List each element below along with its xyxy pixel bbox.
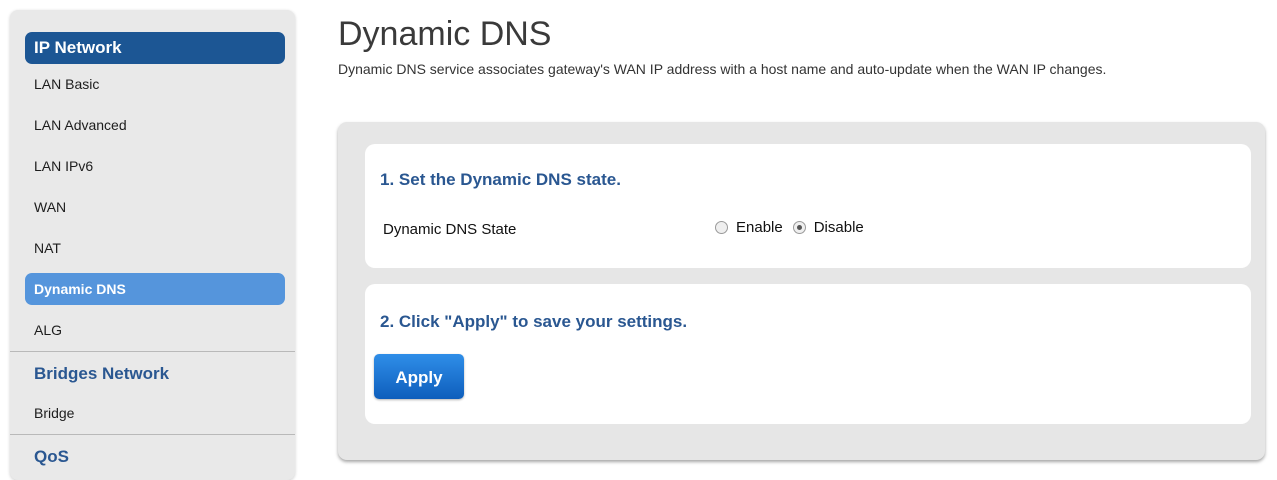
sidebar-section-ip-network[interactable]: IP Network (25, 32, 285, 64)
page-title: Dynamic DNS (338, 15, 552, 53)
sidebar-item-dynamic-dns[interactable]: Dynamic DNS (25, 273, 285, 305)
apply-button[interactable]: Apply (374, 354, 464, 399)
sidebar-section-bridges-network[interactable]: Bridges Network (10, 351, 295, 393)
sidebar: IP Network LAN Basic LAN Advanced LAN IP… (10, 10, 295, 480)
sidebar-item-lan-advanced[interactable]: LAN Advanced (25, 105, 285, 146)
sidebar-item-lan-basic[interactable]: LAN Basic (25, 64, 285, 105)
sidebar-item-lan-ipv6[interactable]: LAN IPv6 (25, 146, 285, 187)
sidebar-item-nat[interactable]: NAT (25, 228, 285, 269)
sidebar-item-alg[interactable]: ALG (25, 310, 285, 351)
dynamic-dns-state-radio-group: Enable Disable (715, 219, 874, 236)
enable-radio-label[interactable]: Enable (736, 219, 783, 236)
dynamic-dns-state-label: Dynamic DNS State (383, 221, 517, 238)
page-description: Dynamic DNS service associates gateway's… (338, 61, 1107, 77)
step-1-heading: 1. Set the Dynamic DNS state. (380, 170, 621, 189)
enable-radio[interactable] (715, 221, 728, 234)
settings-panel: 1. Set the Dynamic DNS state. Dynamic DN… (338, 122, 1265, 460)
disable-radio-label[interactable]: Disable (814, 219, 864, 236)
sidebar-item-wan[interactable]: WAN (25, 187, 285, 228)
sidebar-section-qos[interactable]: QoS (10, 434, 295, 476)
step-1-card: 1. Set the Dynamic DNS state. Dynamic DN… (365, 144, 1251, 268)
step-2-card: 2. Click "Apply" to save your settings. … (365, 284, 1251, 424)
step-2-heading: 2. Click "Apply" to save your settings. (380, 312, 688, 331)
sidebar-nav: IP Network LAN Basic LAN Advanced LAN IP… (10, 32, 295, 476)
disable-radio[interactable] (792, 221, 806, 234)
sidebar-item-bridge[interactable]: Bridge (25, 393, 285, 434)
main-content: Dynamic DNS Dynamic DNS service associat… (338, 10, 1265, 460)
